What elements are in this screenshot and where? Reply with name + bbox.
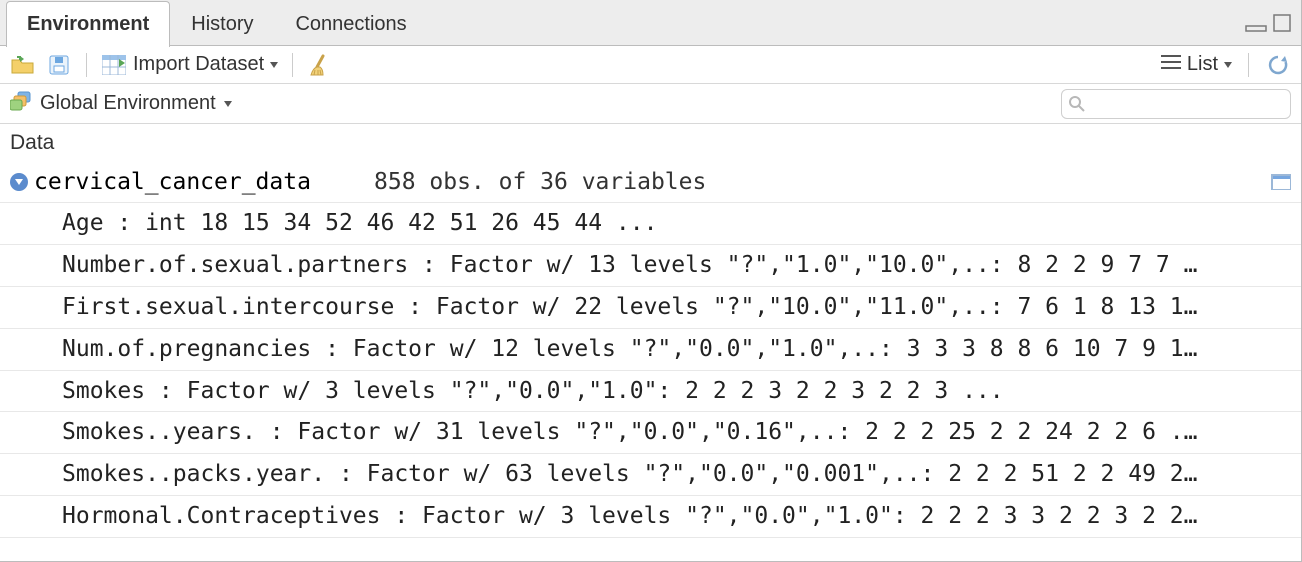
broom-icon[interactable] xyxy=(307,52,333,78)
environment-pane: Environment History Connections xyxy=(0,0,1302,562)
variable-row[interactable]: Number.of.sexual.partners : Factor w/ 13… xyxy=(0,245,1301,287)
view-mode-button[interactable]: List xyxy=(1161,53,1232,76)
maximize-icon[interactable] xyxy=(1273,14,1291,32)
object-name: cervical_cancer_data xyxy=(34,164,311,201)
variable-row[interactable]: Num.of.pregnancies : Factor w/ 12 levels… xyxy=(0,329,1301,371)
minimize-icon[interactable] xyxy=(1245,18,1267,32)
variable-row[interactable]: Smokes..packs.year. : Factor w/ 63 level… xyxy=(0,454,1301,496)
refresh-icon[interactable] xyxy=(1265,52,1291,78)
variable-row[interactable]: First.sexual.intercourse : Factor w/ 22 … xyxy=(0,287,1301,329)
expand-toggle-icon[interactable] xyxy=(10,173,28,191)
search-icon xyxy=(1068,95,1086,113)
toolbar-separator xyxy=(86,53,87,77)
view-mode-label: List xyxy=(1187,53,1218,76)
scope-label-text: Global Environment xyxy=(40,92,216,115)
search-box xyxy=(1061,89,1291,119)
list-lines-icon xyxy=(1161,53,1181,76)
import-grid-icon xyxy=(101,52,127,78)
variable-row[interactable]: Smokes : Factor w/ 3 levels "?","0.0","1… xyxy=(0,371,1301,413)
toolbar-separator xyxy=(1248,53,1249,77)
scope-stack-icon xyxy=(10,91,32,117)
scope-selector[interactable]: Global Environment xyxy=(10,91,232,117)
section-header-data: Data xyxy=(0,124,1301,162)
tab-environment[interactable]: Environment xyxy=(6,1,170,47)
object-row[interactable]: cervical_cancer_data 858 obs. of 36 vari… xyxy=(0,162,1301,204)
import-dataset-button[interactable]: Import Dataset xyxy=(101,52,278,78)
open-folder-icon[interactable] xyxy=(10,52,36,78)
tab-connections[interactable]: Connections xyxy=(274,1,427,47)
search-input[interactable] xyxy=(1061,89,1291,119)
save-icon[interactable] xyxy=(46,52,72,78)
tab-history[interactable]: History xyxy=(170,1,274,47)
view-data-grid-icon[interactable] xyxy=(1271,174,1291,190)
caret-down-icon xyxy=(224,101,232,107)
object-description: 858 obs. of 36 variables xyxy=(374,164,1257,201)
import-dataset-label: Import Dataset xyxy=(133,53,264,76)
caret-down-icon xyxy=(1224,62,1232,68)
variable-row[interactable]: Hormonal.Contraceptives : Factor w/ 3 le… xyxy=(0,496,1301,538)
scope-row: Global Environment xyxy=(0,84,1301,124)
environment-content[interactable]: Data cervical_cancer_data 858 obs. of 36… xyxy=(0,124,1301,561)
toolbar: Import Dataset xyxy=(0,46,1301,84)
tab-strip: Environment History Connections xyxy=(0,0,1301,46)
variable-list: Age : int 18 15 34 52 46 42 51 26 45 44 … xyxy=(0,203,1301,537)
variable-row[interactable]: Age : int 18 15 34 52 46 42 51 26 45 44 … xyxy=(0,203,1301,245)
caret-down-icon xyxy=(270,62,278,68)
variable-row[interactable]: Smokes..years. : Factor w/ 31 levels "?"… xyxy=(0,412,1301,454)
toolbar-separator xyxy=(292,53,293,77)
window-controls xyxy=(1245,14,1301,32)
